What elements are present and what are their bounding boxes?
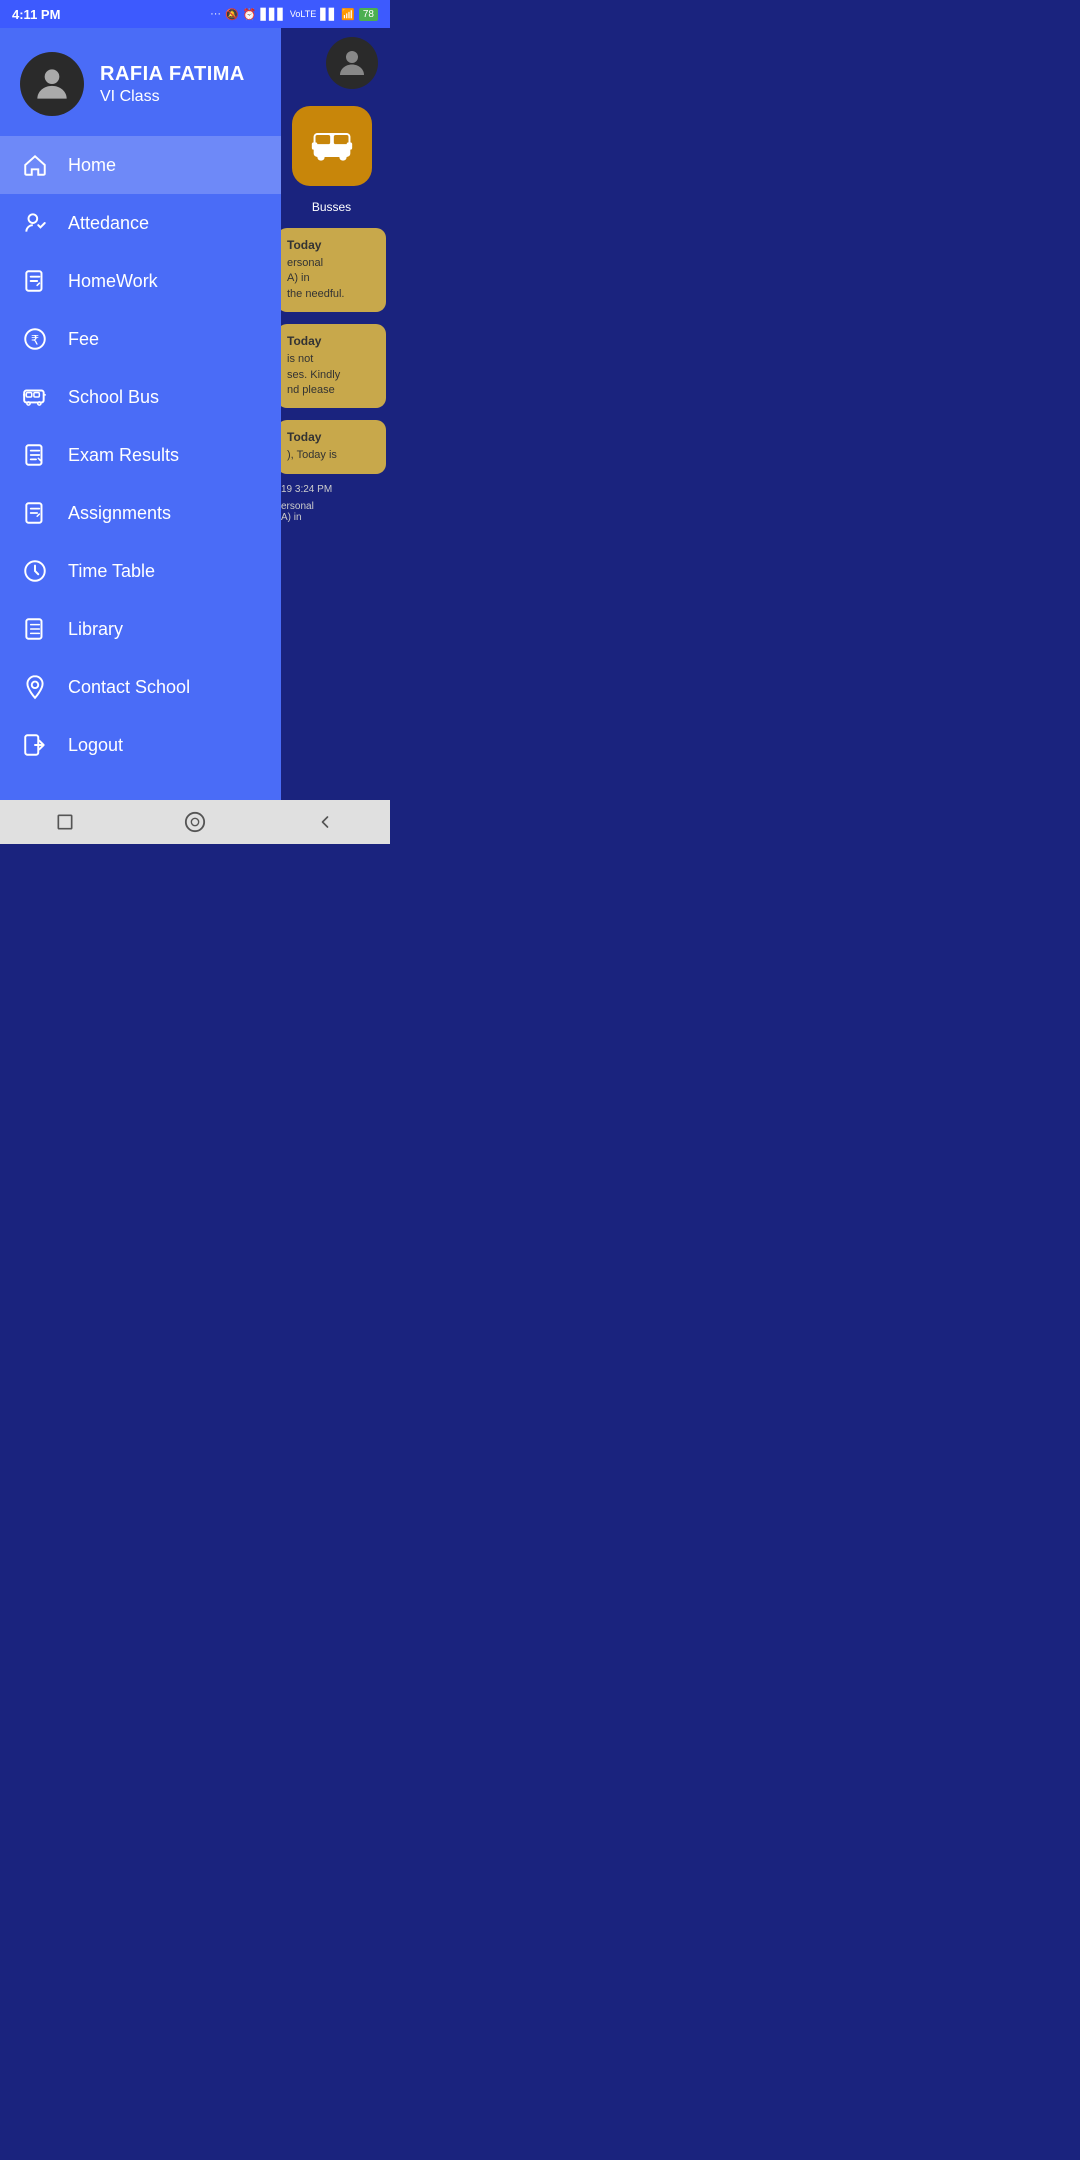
nav-item-fee[interactable]: ₹ Fee [0, 310, 281, 368]
back-button[interactable] [309, 806, 341, 838]
notif-text-2: is notses. Kindlynd please [287, 352, 376, 398]
right-top [273, 28, 390, 98]
exam-results-icon [20, 440, 50, 470]
fee-icon: ₹ [20, 324, 50, 354]
extra-text: ersonalA) in [273, 499, 390, 525]
home-label: Home [68, 155, 116, 176]
contact-school-icon [20, 672, 50, 702]
status-bar: 4:11 PM ··· 🔕 ⏰ ▋▋▋ VoLTE ▋▋ 📶 78 [0, 0, 390, 28]
assignments-icon [20, 498, 50, 528]
school-bus-label: School Bus [68, 387, 159, 408]
nav-item-school-bus[interactable]: School Bus [0, 368, 281, 426]
notif-text-1: ersonalA) inthe needful. [287, 256, 376, 302]
nav-item-exam-results[interactable]: Exam Results [0, 426, 281, 484]
school-bus-icon [20, 382, 50, 412]
profile-class: VI Class [100, 88, 245, 106]
time-table-icon [20, 556, 50, 586]
sidebar: RAFIA FATIMA VI Class Home [0, 28, 281, 800]
nav-item-attendance[interactable]: Attedance [0, 194, 281, 252]
library-label: Library [68, 619, 123, 640]
notif-card-2[interactable]: Today is notses. Kindlynd please [277, 324, 386, 408]
notif-text-3: ), Today is [287, 448, 376, 463]
nav-item-time-table[interactable]: Time Table [0, 542, 281, 600]
homework-label: HomeWork [68, 271, 158, 292]
attendance-icon [20, 208, 50, 238]
nav-item-assignments[interactable]: Assignments [0, 484, 281, 542]
busses-label: Busses [312, 200, 351, 214]
alarm-icon: ⏰ [243, 8, 257, 21]
time-table-label: Time Table [68, 561, 155, 582]
status-time: 4:11 PM [12, 7, 60, 22]
notif-card-3[interactable]: Today ), Today is [277, 420, 386, 473]
notif-date-2: Today [287, 334, 376, 348]
busses-card[interactable] [292, 106, 372, 186]
contact-school-label: Contact School [68, 677, 190, 698]
logout-label: Logout [68, 735, 123, 756]
profile-info: RAFIA FATIMA VI Class [100, 63, 245, 106]
nav-item-contact-school[interactable]: Contact School [0, 658, 281, 716]
home-button[interactable] [179, 806, 211, 838]
logout-icon [20, 730, 50, 760]
attendance-label: Attedance [68, 213, 149, 234]
fee-label: Fee [68, 329, 99, 350]
signal-icon: ▋▋▋ [261, 8, 286, 21]
homework-icon [20, 266, 50, 296]
assignments-label: Assignments [68, 503, 171, 524]
right-avatar [326, 37, 378, 89]
profile-name: RAFIA FATIMA [100, 63, 245, 86]
wifi-icon: 📶 [341, 8, 355, 21]
notif-card-1[interactable]: Today ersonalA) inthe needful. [277, 228, 386, 312]
notif-date-3: Today [287, 430, 376, 444]
nav-item-home[interactable]: Home [0, 136, 281, 194]
notif-date-1: Today [287, 238, 376, 252]
signal2-icon: ▋▋ [320, 8, 337, 21]
nav-list: Home Attedance [0, 136, 281, 800]
exam-results-label: Exam Results [68, 445, 179, 466]
signal-dots-icon: ··· [210, 8, 221, 20]
battery-icon: 78 [359, 8, 378, 21]
recent-apps-button[interactable] [49, 806, 81, 838]
bottom-bar [0, 800, 390, 844]
library-icon [20, 614, 50, 644]
nav-item-library[interactable]: Library [0, 600, 281, 658]
app-container: Busses Today ersonalA) inthe needful. To… [0, 28, 390, 800]
status-icons: ··· 🔕 ⏰ ▋▋▋ VoLTE ▋▋ 📶 78 [210, 8, 378, 21]
timestamp: 19 3:24 PM [273, 480, 390, 499]
svg-text:₹: ₹ [31, 332, 39, 347]
nav-item-logout[interactable]: Logout [0, 716, 281, 774]
home-icon [20, 150, 50, 180]
notification-cards: Today ersonalA) inthe needful. Today is … [273, 222, 390, 525]
profile-section: RAFIA FATIMA VI Class [0, 28, 281, 136]
profile-avatar [20, 52, 84, 116]
volte-icon: VoLTE [290, 9, 316, 19]
right-panel: Busses Today ersonalA) inthe needful. To… [273, 28, 390, 800]
nav-item-homework[interactable]: HomeWork [0, 252, 281, 310]
mute-icon: 🔕 [225, 8, 239, 21]
